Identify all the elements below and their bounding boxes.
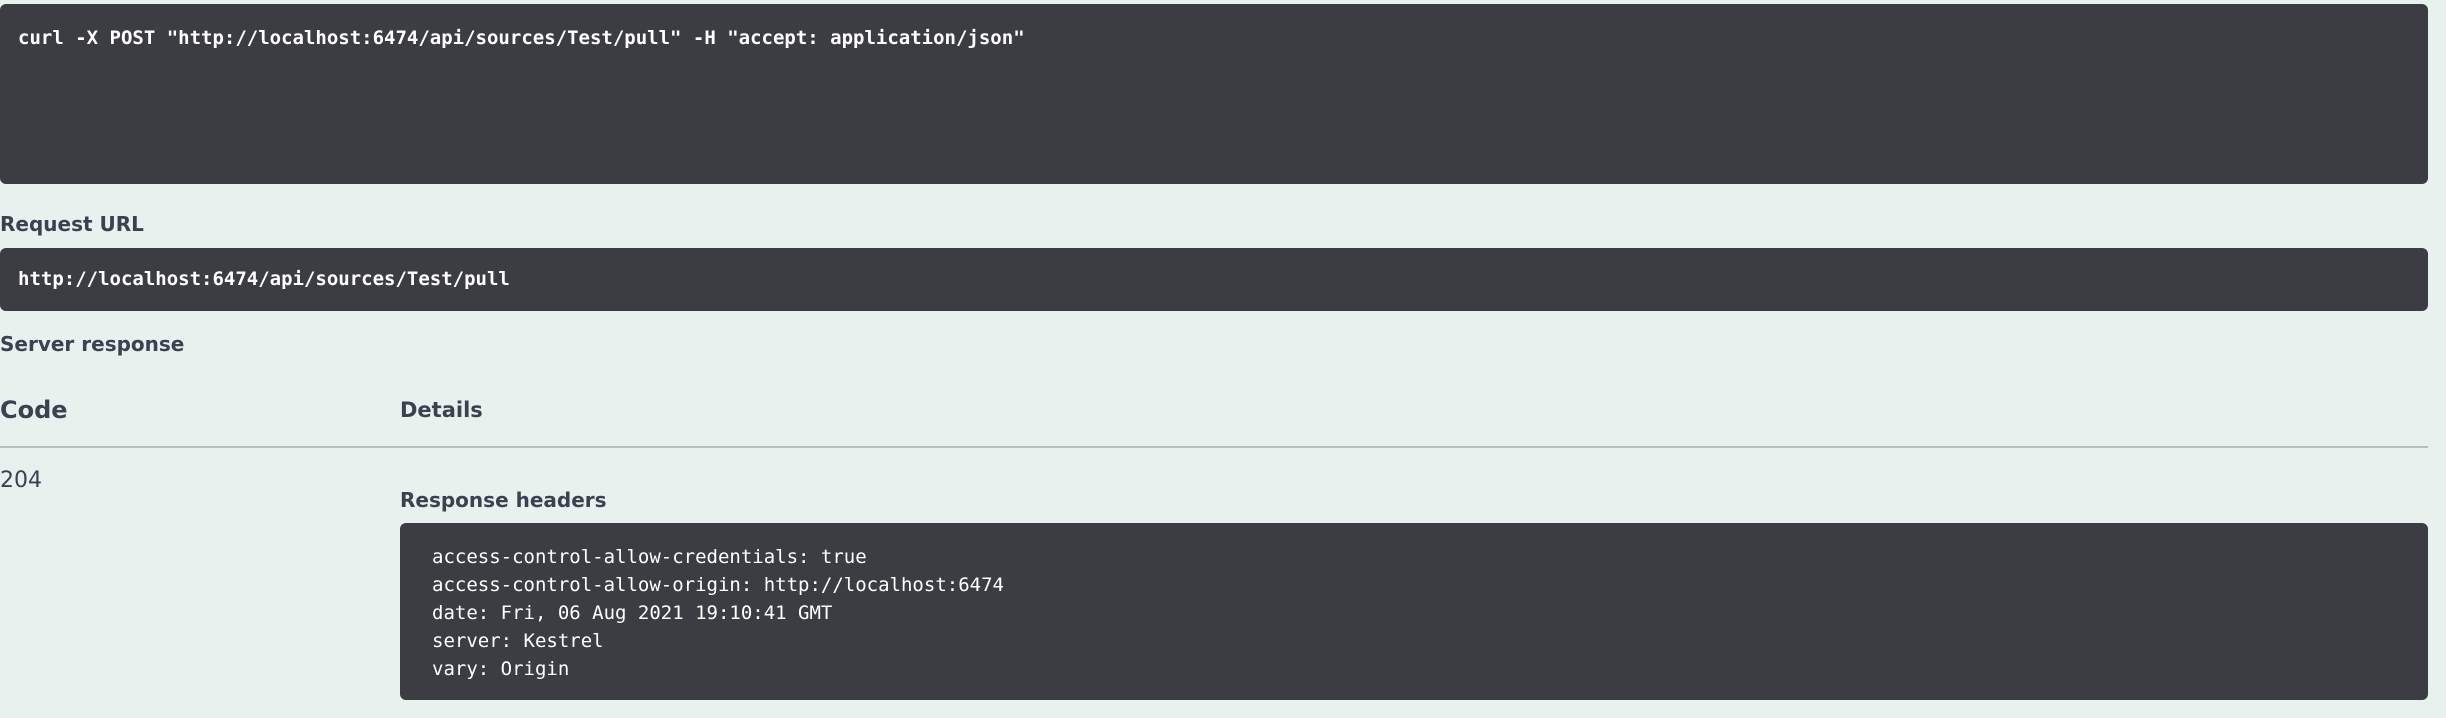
response-headers-label: Response headers	[400, 488, 607, 512]
response-status-code: 204	[0, 468, 42, 493]
curl-command-text: curl -X POST "http://localhost:6474/api/…	[18, 27, 1025, 49]
curl-command-block[interactable]: curl -X POST "http://localhost:6474/api/…	[0, 4, 2428, 184]
request-url-text: http://localhost:6474/api/sources/Test/p…	[18, 268, 510, 290]
code-column-header: Code	[0, 396, 68, 424]
response-headers-block[interactable]: access-control-allow-credentials: true ac…	[400, 523, 2428, 700]
response-header-line: date: Fri, 06 Aug 2021 19:10:41 GMT	[432, 602, 833, 624]
request-url-block[interactable]: http://localhost:6474/api/sources/Test/p…	[0, 248, 2428, 311]
table-header-divider	[0, 446, 2428, 448]
request-url-label: Request URL	[0, 212, 144, 236]
response-header-line: server: Kestrel	[432, 630, 604, 652]
response-header-line: vary: Origin	[432, 658, 570, 680]
server-response-label: Server response	[0, 332, 185, 356]
response-header-line: access-control-allow-origin: http://loca…	[432, 574, 1004, 596]
response-header-line: access-control-allow-credentials: true	[432, 546, 867, 568]
details-column-header: Details	[400, 398, 483, 422]
